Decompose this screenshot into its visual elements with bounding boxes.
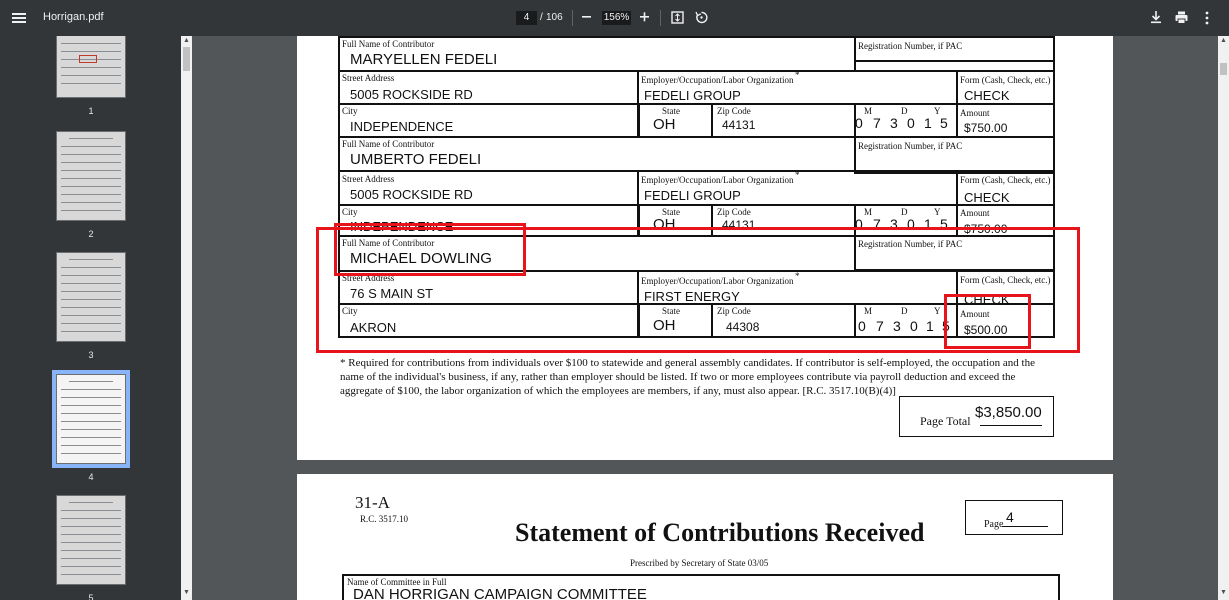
field-label-employer: Employer/Occupation/Labor Organization — [641, 75, 794, 85]
page-total-value: $3,850.00 — [975, 404, 1042, 421]
contributor-name: UMBERTO FEDELI — [350, 151, 482, 168]
contributor-name: MARYELLEN FEDELI — [350, 51, 498, 68]
menu-icon[interactable] — [10, 8, 32, 28]
page-thumbnail[interactable] — [56, 495, 126, 585]
page-number-input[interactable]: 4 — [516, 11, 537, 25]
date-digit: 0 — [855, 115, 863, 131]
page-box-value: 4 — [1006, 509, 1014, 525]
scrollbar-thumb[interactable] — [183, 47, 190, 71]
page-separator: / — [540, 12, 543, 23]
page-number-box: Page 4 — [965, 500, 1063, 535]
thumbnail-label: 3 — [88, 350, 94, 360]
contributor-employer: FEDELI GROUP — [644, 188, 741, 203]
field-label-month: M — [864, 207, 873, 217]
field-label-state: State — [662, 106, 680, 116]
asterisk-mark: * — [795, 170, 800, 180]
field-label-employer: Employer/Occupation/Labor Organization — [641, 175, 794, 185]
thumbnail-page-3[interactable]: 3 — [56, 252, 126, 360]
sidebar-scrollbar[interactable]: ▲ ▼ — [181, 36, 192, 600]
download-icon[interactable] — [1149, 10, 1163, 25]
field-label-registration: Registration Number, if PAC — [858, 41, 963, 51]
statute-reference: R.C. 3517.10 — [360, 514, 409, 524]
contributor-street: 5005 ROCKSIDE RD — [350, 87, 473, 102]
page-total-label: Page Total — [920, 414, 971, 428]
field-label-full-name: Full Name of Contributor — [342, 139, 435, 149]
page-total-box: Page Total $3,850.00 — [899, 396, 1054, 437]
thumbnail-page-5[interactable]: 5 — [56, 495, 126, 600]
field-label-street: Street Address — [342, 73, 395, 83]
contributor-state: OH — [653, 116, 676, 133]
scroll-up-icon[interactable]: ▲ — [1218, 37, 1229, 44]
contributor-zip: 44131 — [722, 118, 756, 132]
document-title: Horrigan.pdf — [43, 11, 104, 23]
more-vert-icon[interactable] — [1203, 10, 1211, 26]
field-label-city: City — [342, 106, 358, 116]
thumbnail-page-4[interactable]: 4 — [52, 370, 130, 482]
page-box-label: Page — [984, 519, 1004, 530]
thumbnail-page-1[interactable]: 1 — [56, 36, 126, 116]
date-digit: 0 — [907, 115, 915, 131]
page-thumbnail[interactable] — [56, 36, 126, 98]
committee-box: Name of Committee in Full DAN HORRIGAN C… — [342, 574, 1060, 600]
date-digit: 5 — [940, 115, 948, 131]
zoom-in-icon[interactable] — [638, 9, 652, 25]
contributor-city: INDEPENDENCE — [350, 119, 454, 134]
field-label-zip: Zip Code — [717, 106, 751, 116]
thumbnail-label: 1 — [88, 106, 94, 116]
prescribed-line: Prescribed by Secretary of State 03/05 — [630, 558, 769, 568]
field-label-zip: Zip Code — [717, 207, 751, 217]
highlight-name-box — [334, 223, 526, 276]
print-icon[interactable] — [1174, 10, 1189, 25]
payment-form: CHECK — [964, 190, 1010, 205]
field-label-street: Street Address — [342, 174, 395, 184]
field-label-form: Form (Cash, Check, etc.) — [960, 175, 1051, 185]
pdf-page: Full Name of Contributor Registration Nu… — [297, 36, 1113, 460]
toolbar-divider — [660, 10, 661, 26]
zoom-out-icon[interactable] — [580, 9, 594, 25]
field-label-month: M — [864, 106, 873, 116]
thumbnail-sidebar: 1 2 3 4 5 — [0, 36, 181, 600]
field-label-amount: Amount — [960, 208, 990, 218]
contributor-street: 5005 ROCKSIDE RD — [350, 187, 473, 202]
scroll-down-icon[interactable]: ▼ — [181, 589, 192, 596]
page-count: 106 — [546, 12, 563, 23]
fit-page-icon[interactable] — [671, 11, 685, 25]
page-thumbnail[interactable] — [56, 131, 126, 221]
date-digit: 1 — [924, 115, 932, 131]
footnote-text: * Required for contributions from indivi… — [340, 357, 1035, 397]
date-digit: 7 — [873, 115, 881, 131]
rotate-icon[interactable] — [694, 10, 709, 25]
thumbnail-label: 2 — [88, 229, 94, 239]
highlight-amount-box — [944, 294, 1031, 349]
field-label-full-name: Full Name of Contributor — [342, 39, 435, 49]
pdf-page: 31-A R.C. 3517.10 Page 4 Statement of Co… — [297, 474, 1113, 600]
contributor-employer: FEDELI GROUP — [644, 88, 741, 103]
statement-heading: Statement of Contributions Received — [515, 518, 925, 547]
thumbnail-page-2[interactable]: 2 — [56, 131, 126, 239]
top-toolbar: Horrigan.pdf 4 / 106 156% — [0, 0, 1229, 36]
document-viewer[interactable]: Full Name of Contributor Registration Nu… — [192, 36, 1218, 600]
scrollbar-thumb[interactable] — [1220, 63, 1227, 75]
thumbnail-label: 5 — [88, 593, 94, 600]
toolbar-divider — [572, 10, 573, 26]
committee-name: DAN HORRIGAN CAMPAIGN COMMITTEE — [353, 586, 647, 600]
zoom-input[interactable]: 156% — [602, 11, 631, 25]
page-thumbnail-active[interactable] — [52, 370, 130, 468]
date-digit: 3 — [890, 115, 898, 131]
field-label-city: City — [342, 207, 358, 217]
thumbnail-label: 4 — [88, 472, 94, 482]
document-scrollbar[interactable]: ▲ ▼ — [1218, 36, 1229, 600]
payment-form: CHECK — [964, 88, 1010, 103]
page-thumbnail[interactable] — [56, 252, 126, 342]
field-label-amount: Amount — [960, 108, 990, 118]
field-label-form: Form (Cash, Check, etc.) — [960, 75, 1051, 85]
asterisk-mark: * — [795, 70, 800, 80]
contribution-amount: $750.00 — [964, 121, 1008, 135]
scroll-down-icon[interactable]: ▼ — [1218, 589, 1229, 596]
field-label-registration: Registration Number, if PAC — [858, 141, 963, 151]
scroll-up-icon[interactable]: ▲ — [181, 37, 192, 44]
form-number: 31-A — [355, 493, 390, 512]
